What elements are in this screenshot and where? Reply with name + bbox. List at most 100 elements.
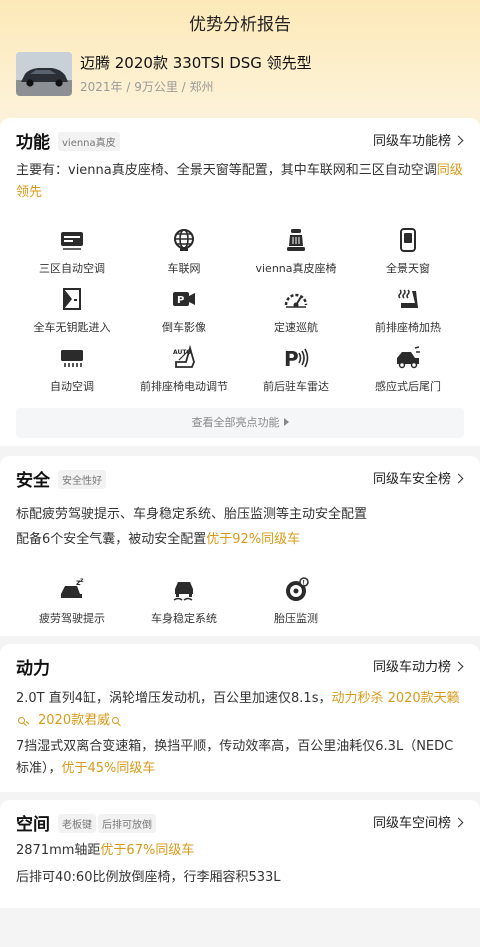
safety-line-2-text: 配备6个安全气囊，被动安全配置 — [16, 532, 207, 547]
feature-item[interactable]: 感应式后尾门 — [352, 344, 464, 403]
section-title-space: 空间 — [16, 815, 50, 835]
cruise-control-icon — [284, 293, 308, 308]
feature-label: 前排座椅加热 — [375, 321, 441, 334]
section-title-function: 功能 — [16, 133, 50, 153]
svg-text:P: P — [284, 347, 299, 371]
space-tag-fold-seat: 后排可放倒 — [98, 814, 156, 833]
search-icon — [112, 717, 120, 724]
keyless-door-icon — [63, 288, 81, 310]
section-title-power: 动力 — [16, 659, 50, 679]
feature-item[interactable]: vienna真皮座椅 — [240, 226, 352, 285]
stability-control-icon — [173, 582, 193, 601]
feature-item[interactable]: 三区自动空调 — [16, 226, 128, 285]
feature-label: 感应式后尾门 — [375, 380, 441, 393]
feature-item[interactable]: P 前后驻车雷达 — [240, 344, 352, 403]
space-rank-link[interactable]: 同级车空间榜 — [372, 812, 464, 831]
feature-label: 胎压监测 — [274, 612, 318, 625]
tire-pressure-icon: ! — [286, 577, 309, 601]
competitor-link-regal[interactable]: 2020款君威 — [38, 713, 120, 728]
safety-line-2-highlight: 优于92%同级车 — [206, 532, 301, 547]
car-meta: 2021年 / 9万公里 / 郑州 — [80, 80, 214, 94]
car-thumbnail — [16, 52, 72, 96]
feature-label: 自动空调 — [50, 380, 94, 393]
feature-label: 倒车影像 — [162, 321, 206, 334]
chevron-right-icon — [453, 135, 464, 146]
feature-item[interactable]: AUTO 前排座椅电动调节 — [128, 344, 240, 403]
competitor-name: 2020款君威 — [38, 713, 111, 728]
feature-item[interactable]: 前排座椅加热 — [352, 285, 464, 344]
triangle-right-icon — [283, 418, 289, 426]
chevron-right-icon — [453, 473, 464, 484]
power-rank-label: 同级车动力榜 — [372, 660, 451, 675]
auto-ac-icon — [61, 350, 83, 367]
svg-text:!: ! — [302, 580, 305, 587]
power-line-1: 2.0T 直列4缸，涡轮增压发动机，百公里加速仅8.1s，动力秒杀 2020款天… — [16, 688, 466, 732]
chevron-right-icon — [453, 661, 464, 672]
section-title-safety: 安全 — [16, 471, 50, 491]
safety-line-1: 标配疲劳驾驶提示、车身稳定系统、胎压监测等主动安全配置 — [16, 507, 368, 522]
space-rank-label: 同级车空间榜 — [372, 816, 451, 831]
ac-panel-icon — [61, 232, 83, 250]
search-icon — [18, 717, 25, 724]
globe-network-icon — [174, 229, 194, 251]
feature-item[interactable]: 自动空调 — [16, 344, 128, 403]
power-line-1-text: 2.0T 直列4缸，涡轮增压发动机，百公里加速仅8.1s， — [16, 691, 332, 706]
power-section: 动力 同级车动力榜 2.0T 直列4缸，涡轮增压发动机，百公里加速仅8.1s，动… — [0, 644, 480, 792]
view-all-features-button[interactable]: 查看全部亮点功能 — [16, 408, 464, 438]
function-desc-text: 主要有：vienna真皮座椅、全景天窗等配置，其中车联网和三区自动空调 — [16, 163, 437, 178]
seat-heating-icon — [398, 289, 418, 308]
sunroof-icon — [400, 228, 416, 252]
feature-item[interactable]: 车联网 — [128, 226, 240, 285]
function-rank-label: 同级车功能榜 — [372, 134, 451, 149]
function-tag: vienna真皮 — [58, 132, 120, 151]
feature-item[interactable]: 全车无钥匙进入 — [16, 285, 128, 344]
feature-label: 定速巡航 — [274, 321, 318, 334]
car-summary[interactable]: 迈腾 2020款 330TSI DSG 领先型 2021年 / 9万公里 / 郑… — [16, 50, 456, 100]
function-rank-link[interactable]: 同级车功能榜 — [372, 130, 464, 149]
power-line-2-highlight: 优于45%同级车 — [61, 761, 156, 776]
feature-label: 疲劳驾驶提示 — [39, 612, 105, 625]
space-line-2: 后排可40:60比例放倒座椅，行李厢容积533L — [16, 870, 281, 885]
view-all-label: 查看全部亮点功能 — [191, 416, 280, 429]
space-section: 空间 老板键 后排可放倒 同级车空间榜 2871mm轴距优于67%同级车 后排可… — [0, 800, 480, 908]
feature-label: 三区自动空调 — [39, 262, 105, 275]
car-name: 迈腾 2020款 330TSI DSG 领先型 — [80, 54, 312, 72]
safety-tag: 安全性好 — [58, 470, 106, 489]
feature-item[interactable]: P 倒车影像 — [128, 285, 240, 344]
feature-item[interactable]: 定速巡航 — [240, 285, 352, 344]
function-feature-grid: 三区自动空调 车联网 vienna真皮座椅 全景天窗 全车无钥匙进入 P 倒车影… — [16, 226, 464, 403]
feature-label: 全景天窗 — [386, 262, 430, 275]
function-description: 主要有：vienna真皮座椅、全景天窗等配置，其中车联网和三区自动空调同级领先 — [16, 160, 466, 204]
separator: 、 — [25, 713, 39, 728]
feature-label: vienna真皮座椅 — [255, 262, 337, 275]
feature-label: 车联网 — [167, 262, 201, 275]
chevron-right-icon — [453, 817, 464, 828]
feature-label: 前排座椅电动调节 — [140, 380, 228, 393]
parking-radar-icon: P — [284, 347, 309, 371]
page-title: 优势分析报告 — [189, 15, 291, 35]
competitor-name: 动力秒杀 2020款天籁 — [331, 691, 460, 706]
feature-item[interactable]: 全景天窗 — [352, 226, 464, 285]
space-tag-boss-key: 老板键 — [58, 814, 96, 833]
feature-label: 前后驻车雷达 — [263, 380, 329, 393]
power-rank-link[interactable]: 同级车动力榜 — [372, 656, 464, 675]
feature-item[interactable]: 车身稳定系统 — [128, 576, 240, 635]
function-section: 功能 vienna真皮 同级车功能榜 主要有：vienna真皮座椅、全景天窗等配… — [0, 118, 480, 446]
svg-text:z: z — [80, 577, 84, 584]
safety-section: 安全 安全性好 同级车安全榜 标配疲劳驾驶提示、车身稳定系统、胎压监测等主动安全… — [0, 456, 480, 636]
safety-feature-grid: zz 疲劳驾驶提示 车身稳定系统 ! 胎压监测 — [16, 576, 464, 635]
feature-label: 全车无钥匙进入 — [33, 321, 111, 334]
feature-item[interactable]: zz 疲劳驾驶提示 — [16, 576, 128, 635]
space-line-1-text: 2871mm轴距 — [16, 843, 101, 858]
space-line-1: 2871mm轴距优于67%同级车 — [16, 840, 466, 862]
reverse-camera-icon: P — [173, 292, 195, 306]
tailgate-sensor-icon — [397, 346, 420, 369]
fatigue-alert-icon: zz — [61, 577, 84, 598]
safety-line-2: 配备6个安全气囊，被动安全配置优于92%同级车 — [16, 529, 466, 551]
safety-rank-label: 同级车安全榜 — [372, 472, 451, 487]
safety-rank-link[interactable]: 同级车安全榜 — [372, 468, 464, 487]
power-line-2: 7挡湿式双离合变速箱，换挡平顺，传动效率高，百公里油耗仅6.3L（NEDC标准）… — [16, 736, 466, 780]
feature-label: 车身稳定系统 — [151, 612, 217, 625]
feature-item[interactable]: ! 胎压监测 — [240, 576, 352, 635]
power-seat-icon: AUTO — [173, 344, 195, 368]
